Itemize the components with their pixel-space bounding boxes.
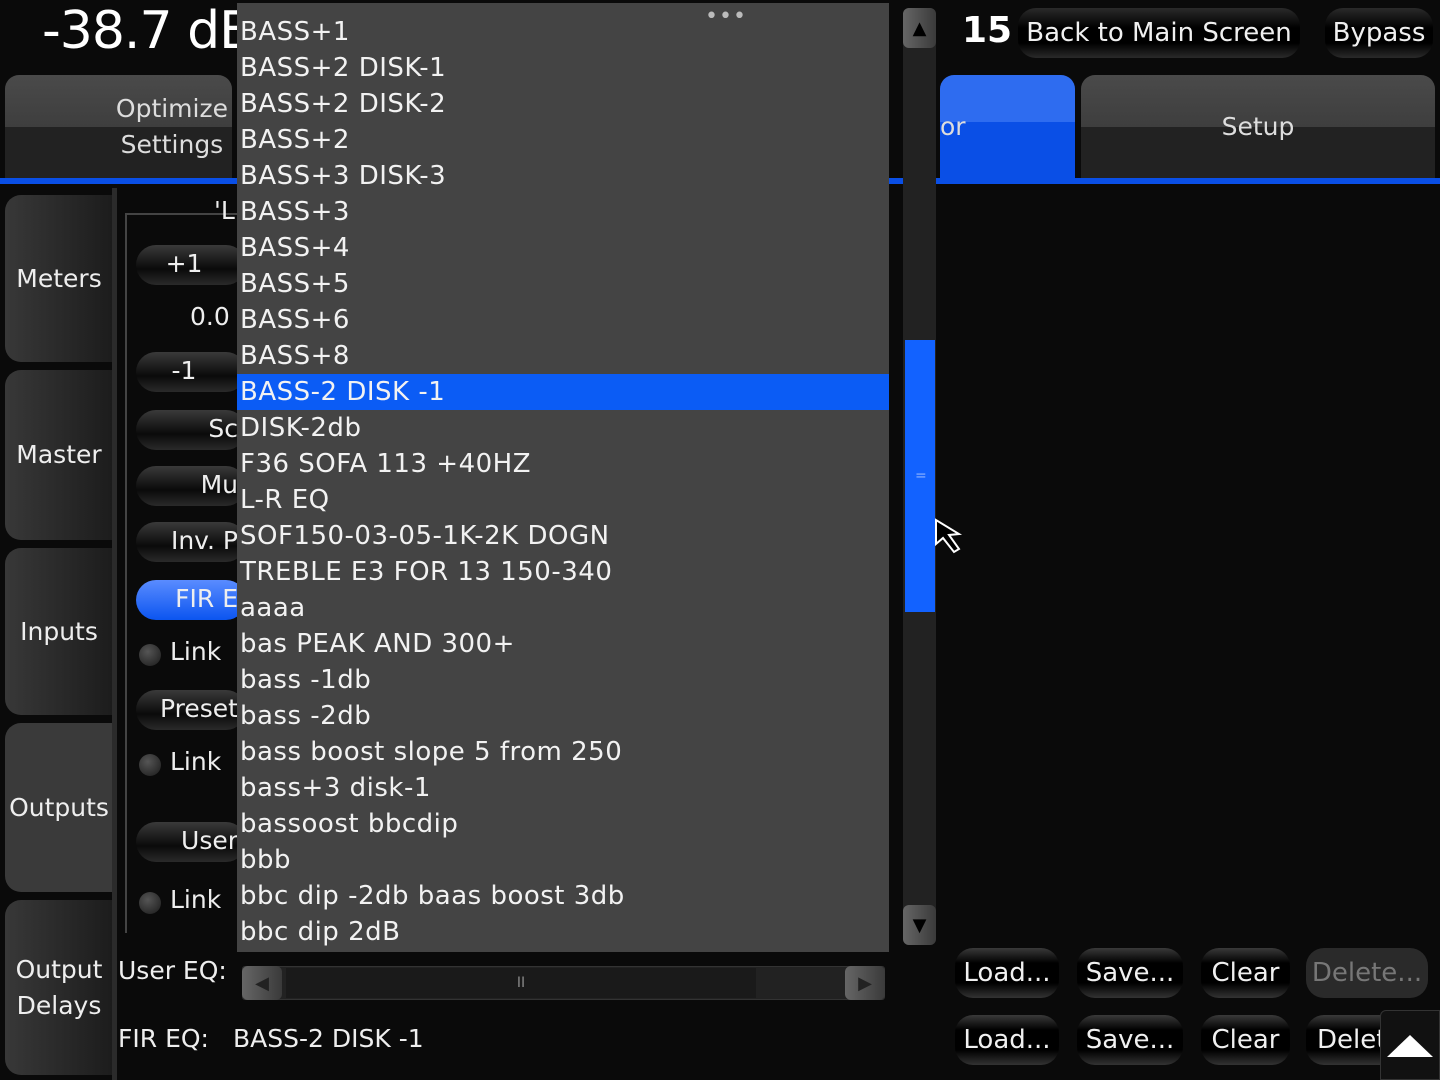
tab-active[interactable]: or [940, 75, 1075, 179]
sidebar-item-master[interactable]: Master [5, 370, 113, 540]
user-eq-label: User EQ: [118, 956, 227, 985]
user-button[interactable]: User [136, 822, 246, 862]
grip-icon: = [915, 468, 927, 484]
bypass-button[interactable]: Bypass [1325, 8, 1433, 58]
link-radio-3[interactable] [139, 892, 161, 914]
up-triangle-icon [1387, 1035, 1433, 1057]
scroll-right-button[interactable]: ▶ [845, 966, 885, 1000]
dropdown-item[interactable]: F36 SOFA 113 +40HZ [237, 446, 889, 482]
link-radio-1[interactable] [139, 644, 161, 666]
panel-edge [112, 188, 117, 1080]
dropdown-item[interactable]: BASS+3 [237, 194, 889, 230]
scroll-up-button[interactable]: ▲ [903, 8, 936, 48]
dropdown-item[interactable]: BASS+2 DISK-2 [237, 86, 889, 122]
dropdown-item[interactable]: bass boost slope 5 from 250 [237, 734, 889, 770]
mute-button[interactable]: Mu [136, 466, 246, 506]
preset-button[interactable]: Preset [136, 690, 246, 730]
horizontal-scroll-thumb[interactable]: II [286, 968, 756, 998]
dropdown-item[interactable]: BASS+8 [237, 338, 889, 374]
dropdown-item[interactable]: BASS+3 DISK-3 [237, 158, 889, 194]
dropdown-item[interactable]: L-R EQ [237, 482, 889, 518]
dropdown-item[interactable]: BASS+6 [237, 302, 889, 338]
dropdown-item[interactable]: TREBLE E3 FOR 13 150-340 [237, 554, 889, 590]
fir-eq-save-button[interactable]: Save... [1077, 1015, 1183, 1065]
sidebar-item-meters[interactable]: Meters [5, 195, 113, 362]
fir-eq-value: BASS-2 DISK -1 [233, 1024, 424, 1053]
gain-value: 0.0 [190, 302, 230, 331]
link-label-3: Link [170, 885, 222, 914]
dropdown-item[interactable]: bbc dip 2dB [237, 914, 889, 950]
dropdown-item[interactable]: BASS+2 DISK-1 [237, 50, 889, 86]
sidebar-item-outputs[interactable]: Outputs [5, 723, 113, 892]
mouse-cursor-icon [935, 518, 963, 554]
dropdown-item[interactable]: bbc dip -2db baas boost 3db [237, 878, 889, 914]
preset-dropdown-list[interactable]: BASS+1 BASS+2 DISK-1 BASS+2 DISK-2 BASS+2 BA… [237, 3, 889, 952]
dropdown-item[interactable]: BASS+1 [237, 14, 889, 50]
fir-eq-label: FIR EQ: [118, 1024, 209, 1053]
dropdown-item[interactable]: DISK-2db [237, 410, 889, 446]
dropdown-item[interactable]: bassoost bbcdip [237, 806, 889, 842]
dropdown-item[interactable]: BASS+5 [237, 266, 889, 302]
sidebar-item-inputs[interactable]: Inputs [5, 548, 113, 715]
level-readout: -38.7 dE [42, 1, 252, 61]
link-label-2: Link [170, 747, 222, 776]
fir-eq-clear-button[interactable]: Clear [1201, 1015, 1290, 1065]
dropdown-item[interactable]: bas PEAK AND 300+ [237, 626, 889, 662]
link-label-1: Link [170, 637, 222, 666]
dropdown-item[interactable]: BASS-2 DISK -1 [237, 374, 889, 410]
increment-button[interactable]: +1 [136, 245, 246, 285]
group-label: 'L [214, 196, 235, 225]
dropdown-item[interactable]: bass -1db [237, 662, 889, 698]
user-eq-clear-button[interactable]: Clear [1201, 948, 1290, 998]
more-icon: ••• [705, 4, 747, 29]
tab-optimize-settings[interactable]: Optimize Settings [5, 75, 232, 179]
dropdown-item[interactable]: SOF150-03-05-1K-2K DOGN [237, 518, 889, 554]
dropdown-item[interactable]: bass -2db [237, 698, 889, 734]
dropdown-item[interactable]: BASS+2 [237, 122, 889, 158]
sidebar-item-output-delays[interactable]: Output Delays [5, 900, 113, 1075]
dropdown-item[interactable]: aaaa [237, 590, 889, 626]
user-eq-load-button[interactable]: Load... [955, 948, 1059, 998]
sc-button[interactable]: Sc [136, 410, 246, 450]
fir-eq-load-button[interactable]: Load... [955, 1015, 1059, 1065]
dropdown-item[interactable]: bbb [237, 842, 889, 878]
invert-polarity-button[interactable]: Inv. P [136, 522, 246, 562]
user-eq-save-button[interactable]: Save... [1077, 948, 1183, 998]
dropdown-item[interactable]: bass+3 disk-1 [237, 770, 889, 806]
tab-setup[interactable]: Setup [1081, 75, 1435, 179]
user-eq-delete-button: Delete... [1306, 948, 1428, 998]
back-to-main-screen-button[interactable]: Back to Main Screen [1018, 8, 1300, 58]
scroll-down-button[interactable]: ▼ [903, 905, 936, 945]
channel-number: 15 [962, 10, 1013, 51]
decrement-button[interactable]: -1 [136, 352, 246, 392]
scroll-left-button[interactable]: ◀ [242, 966, 282, 1000]
link-radio-2[interactable] [139, 754, 161, 776]
dropdown-item[interactable]: BASS+4 [237, 230, 889, 266]
fir-eq-button[interactable]: FIR E [136, 580, 246, 620]
